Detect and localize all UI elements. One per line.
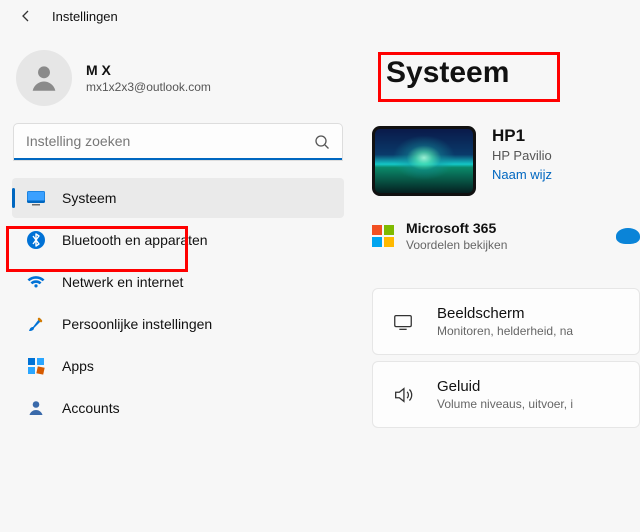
onedrive-icon bbox=[616, 228, 640, 244]
back-icon[interactable] bbox=[18, 8, 34, 24]
sidebar-item-bluetooth[interactable]: Bluetooth en apparaten bbox=[12, 220, 344, 260]
sidebar-item-label: Persoonlijke instellingen bbox=[62, 316, 212, 332]
avatar bbox=[16, 50, 72, 106]
system-icon bbox=[26, 188, 46, 208]
profile-block[interactable]: M X mx1x2x3@outlook.com bbox=[8, 46, 348, 124]
card-sound[interactable]: Geluid Volume niveaus, uitvoer, i bbox=[372, 361, 640, 428]
profile-name: M X bbox=[86, 62, 211, 78]
microsoft-365-row[interactable]: Microsoft 365 Voordelen bekijken bbox=[372, 220, 640, 252]
wifi-icon bbox=[26, 272, 46, 292]
card-display[interactable]: Beeldscherm Monitoren, helderheid, na bbox=[372, 288, 640, 355]
sidebar-item-label: Bluetooth en apparaten bbox=[62, 232, 208, 248]
sidebar-item-system[interactable]: Systeem bbox=[12, 178, 344, 218]
sidebar-item-label: Accounts bbox=[62, 400, 120, 416]
sidebar-item-label: Netwerk en internet bbox=[62, 274, 183, 290]
sidebar-item-network[interactable]: Netwerk en internet bbox=[12, 262, 344, 302]
main-panel: Systeem HP1 HP Pavilio Naam wijz Microso… bbox=[360, 32, 640, 532]
device-thumbnail[interactable] bbox=[372, 126, 476, 196]
sidebar-item-label: Systeem bbox=[62, 190, 116, 206]
accounts-icon bbox=[26, 398, 46, 418]
sidebar: M X mx1x2x3@outlook.com Systeem Bluetoot bbox=[0, 32, 360, 532]
window-title: Instellingen bbox=[52, 9, 118, 24]
sidebar-item-apps[interactable]: Apps bbox=[12, 346, 344, 386]
search-icon bbox=[314, 134, 330, 150]
card-title: Beeldscherm bbox=[437, 305, 573, 322]
card-subtitle: Volume niveaus, uitvoer, i bbox=[437, 397, 573, 411]
bluetooth-icon bbox=[26, 230, 46, 250]
m365-subtitle: Voordelen bekijken bbox=[406, 238, 507, 252]
search-input[interactable] bbox=[14, 124, 342, 160]
device-model: HP Pavilio bbox=[492, 148, 552, 163]
rename-link[interactable]: Naam wijz bbox=[492, 167, 552, 182]
display-icon bbox=[391, 310, 415, 334]
sidebar-item-personalization[interactable]: Persoonlijke instellingen bbox=[12, 304, 344, 344]
sidebar-item-label: Apps bbox=[62, 358, 94, 374]
apps-icon bbox=[26, 356, 46, 376]
sidebar-item-accounts[interactable]: Accounts bbox=[12, 388, 344, 428]
nav-list: Systeem Bluetooth en apparaten Netwerk e… bbox=[8, 178, 348, 428]
m365-title: Microsoft 365 bbox=[406, 220, 507, 236]
page-title: Systeem bbox=[372, 48, 640, 98]
device-name: HP1 bbox=[492, 126, 552, 146]
card-title: Geluid bbox=[437, 378, 573, 395]
brush-icon bbox=[26, 314, 46, 334]
microsoft-logo-icon bbox=[372, 225, 394, 247]
card-subtitle: Monitoren, helderheid, na bbox=[437, 324, 573, 338]
sound-icon bbox=[391, 383, 415, 407]
profile-email: mx1x2x3@outlook.com bbox=[86, 80, 211, 94]
